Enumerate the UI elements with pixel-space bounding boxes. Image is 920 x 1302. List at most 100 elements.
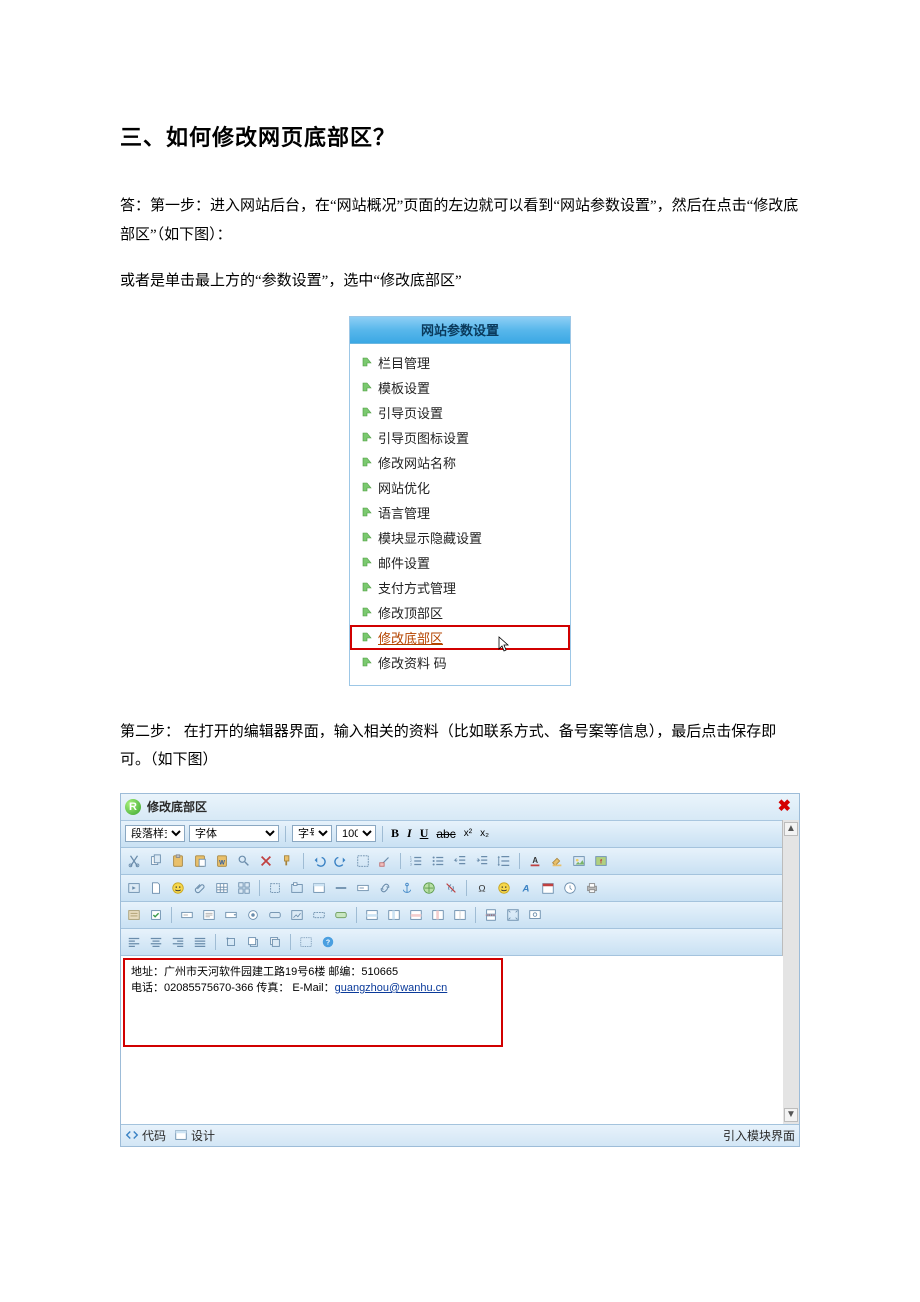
settings-item-12[interactable]: 修改资料 码 bbox=[350, 650, 570, 675]
settings-item-9[interactable]: 支付方式管理 bbox=[350, 575, 570, 600]
table-insert-row-button[interactable] bbox=[363, 906, 381, 924]
font-family-select[interactable]: 字体 bbox=[189, 825, 279, 842]
insert-image-button[interactable] bbox=[570, 852, 588, 870]
cut-button[interactable] bbox=[125, 852, 143, 870]
form-select-button[interactable] bbox=[222, 906, 240, 924]
form-image-button[interactable] bbox=[288, 906, 306, 924]
form-hidden-button[interactable] bbox=[310, 906, 328, 924]
insert-hr-button[interactable] bbox=[332, 879, 350, 897]
preview-button[interactable] bbox=[526, 906, 544, 924]
settings-item-0[interactable]: 栏目管理 bbox=[350, 350, 570, 375]
paste-button[interactable] bbox=[169, 852, 187, 870]
form-button-button[interactable] bbox=[266, 906, 284, 924]
editor-close-button[interactable]: ✖ bbox=[774, 799, 795, 815]
insert-art-text-button[interactable]: A bbox=[517, 879, 535, 897]
settings-item-10[interactable]: 修改顶部区 bbox=[350, 600, 570, 625]
paste-special-button[interactable] bbox=[191, 852, 209, 870]
undo-button[interactable] bbox=[310, 852, 328, 870]
insert-smiley-button[interactable] bbox=[495, 879, 513, 897]
align-justify-button[interactable] bbox=[191, 933, 209, 951]
find-button[interactable] bbox=[235, 852, 253, 870]
table-delete-col-button[interactable] bbox=[429, 906, 447, 924]
strikethrough-button[interactable]: abc bbox=[434, 825, 457, 843]
insert-attachment-button[interactable] bbox=[191, 879, 209, 897]
remove-link-button[interactable] bbox=[442, 879, 460, 897]
send-back-button[interactable] bbox=[266, 933, 284, 951]
insert-table-button[interactable] bbox=[213, 879, 231, 897]
insert-anchor-button[interactable] bbox=[398, 879, 416, 897]
indent-button[interactable] bbox=[473, 852, 491, 870]
font-size-select[interactable]: 字号 bbox=[292, 825, 332, 842]
settings-item-1[interactable]: 模板设置 bbox=[350, 375, 570, 400]
view-design-button[interactable]: 设计 bbox=[174, 1127, 215, 1144]
editor-vertical-scrollbar[interactable]: ▲ ▼ bbox=[782, 820, 799, 1124]
align-left-button[interactable] bbox=[125, 933, 143, 951]
form-checkbox-button[interactable] bbox=[147, 906, 165, 924]
settings-item-7[interactable]: 模块显示隐藏设置 bbox=[350, 525, 570, 550]
insert-print-button[interactable] bbox=[583, 879, 601, 897]
clear-format-button[interactable] bbox=[376, 852, 394, 870]
paste-word-button[interactable]: W bbox=[213, 852, 231, 870]
ordered-list-button[interactable]: 123 bbox=[407, 852, 425, 870]
insert-grid-button[interactable] bbox=[235, 879, 253, 897]
align-center-button[interactable] bbox=[147, 933, 165, 951]
table-merge-button[interactable] bbox=[451, 906, 469, 924]
table-insert-col-button[interactable] bbox=[385, 906, 403, 924]
bg-color-button[interactable] bbox=[548, 852, 566, 870]
unordered-list-button[interactable] bbox=[429, 852, 447, 870]
insert-marquee-button[interactable] bbox=[354, 879, 372, 897]
align-right-button[interactable] bbox=[169, 933, 187, 951]
page-break-button[interactable] bbox=[482, 906, 500, 924]
scroll-up-icon[interactable]: ▲ bbox=[784, 822, 798, 836]
bold-button[interactable]: B bbox=[389, 825, 401, 843]
outdent-button[interactable] bbox=[451, 852, 469, 870]
insert-fieldset-button[interactable] bbox=[288, 879, 306, 897]
delete-button[interactable] bbox=[257, 852, 275, 870]
settings-item-4[interactable]: 修改网站名称 bbox=[350, 450, 570, 475]
insert-media-button[interactable] bbox=[125, 879, 143, 897]
insert-time-button[interactable] bbox=[561, 879, 579, 897]
form-radio-button[interactable] bbox=[244, 906, 262, 924]
settings-item-2[interactable]: 引导页设置 bbox=[350, 400, 570, 425]
copy-button[interactable] bbox=[147, 852, 165, 870]
content-email-link[interactable]: guangzhou@wanhu.cn bbox=[335, 982, 448, 994]
settings-item-11[interactable]: 修改底部区 bbox=[350, 625, 570, 650]
view-code-button[interactable]: 代码 bbox=[125, 1127, 166, 1144]
form-submit-button[interactable] bbox=[332, 906, 350, 924]
editor-content-area[interactable]: 地址：广州市天河软件园建工路19号6楼 邮编：510665 电话：0208557… bbox=[121, 956, 783, 1124]
form-textarea-button[interactable] bbox=[200, 906, 218, 924]
insert-iframe-button[interactable] bbox=[310, 879, 328, 897]
settings-item-5[interactable]: 网站优化 bbox=[350, 475, 570, 500]
line-height-button[interactable] bbox=[495, 852, 513, 870]
paragraph-style-select[interactable]: 段落样式 bbox=[125, 825, 185, 842]
underline-button[interactable]: U bbox=[418, 825, 431, 843]
text-color-button[interactable]: A bbox=[526, 852, 544, 870]
insert-emoticon-button[interactable] bbox=[169, 879, 187, 897]
select-all-button[interactable] bbox=[354, 852, 372, 870]
settings-item-3[interactable]: 引导页图标设置 bbox=[350, 425, 570, 450]
form-button[interactable] bbox=[125, 906, 143, 924]
zoom-select[interactable]: 100% bbox=[336, 825, 376, 842]
italic-button[interactable]: I bbox=[405, 825, 414, 843]
position-abs-button[interactable] bbox=[222, 933, 240, 951]
subscript-button[interactable]: x₂ bbox=[478, 825, 491, 843]
insert-link-button[interactable] bbox=[376, 879, 394, 897]
table-delete-row-button[interactable] bbox=[407, 906, 425, 924]
insert-layer-button[interactable] bbox=[266, 879, 284, 897]
insert-symbol-button[interactable]: Ω bbox=[473, 879, 491, 897]
import-module-button[interactable]: 引入模块界面 bbox=[719, 1127, 795, 1144]
settings-item-8[interactable]: 邮件设置 bbox=[350, 550, 570, 575]
bring-front-button[interactable] bbox=[244, 933, 262, 951]
insert-flash-button[interactable]: f bbox=[592, 852, 610, 870]
insert-date-button[interactable] bbox=[539, 879, 557, 897]
form-textfield-button[interactable] bbox=[178, 906, 196, 924]
insert-map-button[interactable] bbox=[420, 879, 438, 897]
insert-file-button[interactable] bbox=[147, 879, 165, 897]
fullscreen-button[interactable] bbox=[504, 906, 522, 924]
superscript-button[interactable]: x² bbox=[462, 825, 474, 843]
help-button[interactable]: ? bbox=[319, 933, 337, 951]
redo-button[interactable] bbox=[332, 852, 350, 870]
scroll-down-icon[interactable]: ▼ bbox=[784, 1108, 798, 1122]
settings-item-6[interactable]: 语言管理 bbox=[350, 500, 570, 525]
format-brush-button[interactable] bbox=[279, 852, 297, 870]
